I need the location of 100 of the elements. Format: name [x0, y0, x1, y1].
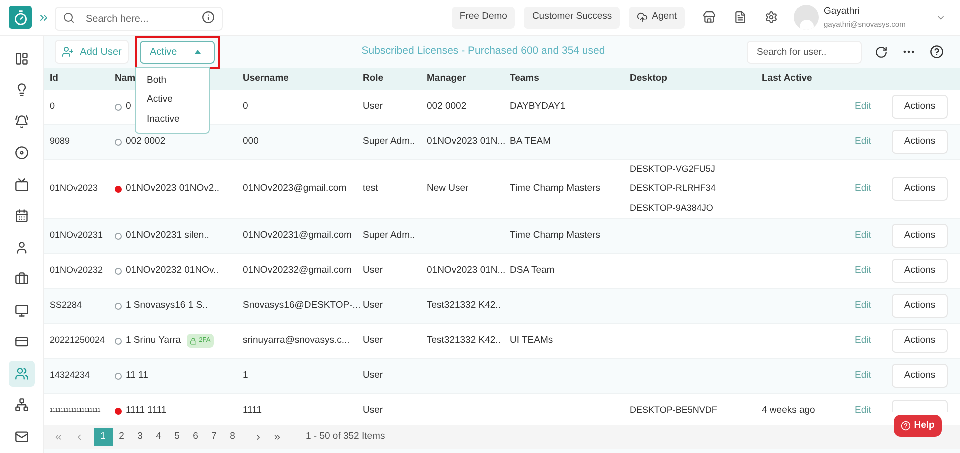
- table-cell-text: 01NOv20232: [50, 264, 104, 278]
- table-cell-text: 1 Srinu Yarra: [126, 334, 182, 348]
- header-button[interactable]: Agent: [629, 6, 685, 28]
- page-link[interactable]: 8: [224, 428, 242, 446]
- document-icon[interactable]: [734, 11, 747, 24]
- table-cell-text: 9089: [50, 135, 70, 148]
- column-header: Teams: [510, 72, 540, 86]
- dropdown-option[interactable]: Inactive: [136, 110, 209, 130]
- table-cell-text: Test321332 K42..: [427, 298, 502, 313]
- table-cell-text: 1: [243, 368, 250, 383]
- last-page-icon[interactable]: [273, 432, 282, 442]
- actions-button[interactable]: Actions: [892, 294, 948, 318]
- column-header: Nam: [115, 72, 136, 86]
- table-cell-text: 01NOv20232 01NOv..: [126, 264, 219, 278]
- table-cell-text: DESKTOP-RLRHF34: [630, 182, 717, 196]
- table-cell-text: 01NOv2023 01N...: [427, 134, 507, 149]
- table-cell-text: DESKTOP-VG2FU5J: [630, 162, 716, 176]
- page-link[interactable]: 4: [150, 428, 168, 446]
- table-cell-text: DAYBYDAY1: [510, 100, 567, 114]
- table-cell-text: 01NOv2023 01NOv2..: [126, 182, 220, 196]
- column-header: Desktop: [630, 72, 668, 86]
- search-field[interactable]: Search here...: [55, 7, 223, 31]
- actions-button[interactable]: Actions: [892, 95, 948, 119]
- table-cell-text: 01NOv2023@gmail.com: [243, 182, 348, 196]
- column-header: Manager: [427, 72, 466, 86]
- table-cell-text: New User: [427, 182, 470, 196]
- settings-icon[interactable]: [765, 11, 778, 24]
- table-cell-text: User: [363, 264, 384, 278]
- table-cell-text: 01NOv2023 01N...: [427, 264, 507, 278]
- table-cell-text: User: [363, 368, 384, 383]
- next-page-icon[interactable]: [254, 432, 263, 442]
- cloud-icon: [637, 12, 648, 23]
- table-cell-text: User: [363, 100, 384, 114]
- table-cell-text: 20221250024: [50, 334, 106, 348]
- table-cell-text: Snovasys16@DESKTOP-...: [243, 298, 362, 313]
- table-cell-text: test: [363, 182, 380, 196]
- actions-button[interactable]: Actions: [892, 329, 948, 353]
- table-cell-text: 01NOv20232@gmail.com: [243, 264, 353, 278]
- header-button[interactable]: Free Demo: [452, 6, 516, 28]
- column-header: Id: [50, 72, 58, 86]
- table-cell-text: SS2284: [50, 299, 82, 312]
- info-icon[interactable]: [202, 10, 215, 24]
- table-cell-text: Test321332 K42..: [427, 334, 502, 348]
- table-cell-text: 4 weeks ago: [762, 404, 816, 418]
- column-header: Role: [363, 72, 384, 86]
- table-cell-text: Super Adm..: [363, 134, 416, 149]
- help-button[interactable]: Help: [894, 415, 942, 437]
- table-cell-text: 14324234: [50, 369, 90, 382]
- column-header: Last Active: [762, 72, 812, 86]
- caret-up-icon: [195, 50, 201, 54]
- help-icon[interactable]: [930, 45, 944, 59]
- dropdown-option[interactable]: Active: [136, 90, 209, 110]
- table-cell-text: User: [363, 404, 384, 418]
- table-cell-text: 1111: [243, 404, 264, 418]
- table-cell-text: 01NOv2023: [50, 182, 98, 196]
- dropdown-option[interactable]: Both: [136, 71, 209, 90]
- table-cell-text: 0: [243, 100, 250, 114]
- page-link[interactable]: 6: [186, 428, 205, 446]
- table-cell-text: 01NOv20231@gmail.com: [243, 228, 353, 243]
- page-link[interactable]: 2: [112, 428, 131, 446]
- page-link[interactable]: 3: [131, 428, 150, 446]
- help-icon: [901, 421, 912, 431]
- header-button[interactable]: Customer Success: [524, 6, 620, 28]
- search-icon: [63, 12, 75, 24]
- user-search-field[interactable]: Search for user..: [747, 40, 862, 64]
- table-cell-text: UI TEAMs: [510, 334, 554, 348]
- actions-button[interactable]: Actions: [892, 130, 948, 154]
- table-cell-text: BA TEAM: [510, 134, 552, 149]
- refresh-icon[interactable]: [875, 46, 888, 58]
- table-cell-text: User: [363, 298, 384, 313]
- table-cell-text: 000: [243, 134, 260, 149]
- table-cell-text: Time Champ Masters: [510, 228, 602, 243]
- table-cell-text: DESKTOP-9A384JO: [630, 202, 714, 215]
- users-icon[interactable]: [8, 361, 34, 386]
- actions-button[interactable]: Actions: [892, 177, 948, 201]
- table-cell-text: Time Champ Masters: [510, 182, 602, 196]
- logo-icon[interactable]: [9, 6, 32, 29]
- table-cell-text: 11 11: [126, 368, 148, 383]
- table-cell-text: DSA Team: [510, 264, 556, 278]
- table-cell-text: srinuyarra@snovasys.c...: [243, 334, 351, 348]
- store-icon[interactable]: [703, 11, 716, 24]
- table-cell-text: 1 Snovasys16 1 S..: [126, 298, 208, 313]
- actions-button[interactable]: Actions: [892, 259, 948, 283]
- user-name: Gayathri: [824, 4, 861, 18]
- table-cell-text: 0: [50, 100, 56, 114]
- page-link[interactable]: 5: [168, 428, 186, 446]
- actions-button[interactable]: Actions: [892, 364, 948, 388]
- table-cell-text: DESKTOP-BE5NVDF: [630, 404, 718, 418]
- actions-button[interactable]: Actions: [892, 224, 948, 248]
- page-link[interactable]: 7: [205, 428, 224, 446]
- table-cell-text: 01NOv20231 silen..: [126, 228, 210, 243]
- table-cell-text: Super Adm..: [363, 228, 416, 243]
- table-cell-text: 0: [126, 100, 132, 114]
- column-header: Username: [243, 72, 289, 86]
- table-cell-text: 002 0002: [126, 134, 166, 149]
- table-cell-text: 1111 1111: [126, 404, 167, 418]
- table-cell-text: User: [363, 334, 384, 348]
- pagination-summary: 1 - 50 of 352 Items: [306, 430, 386, 444]
- add-user-icon: [62, 46, 74, 58]
- table-cell-text: 002 0002: [427, 100, 468, 114]
